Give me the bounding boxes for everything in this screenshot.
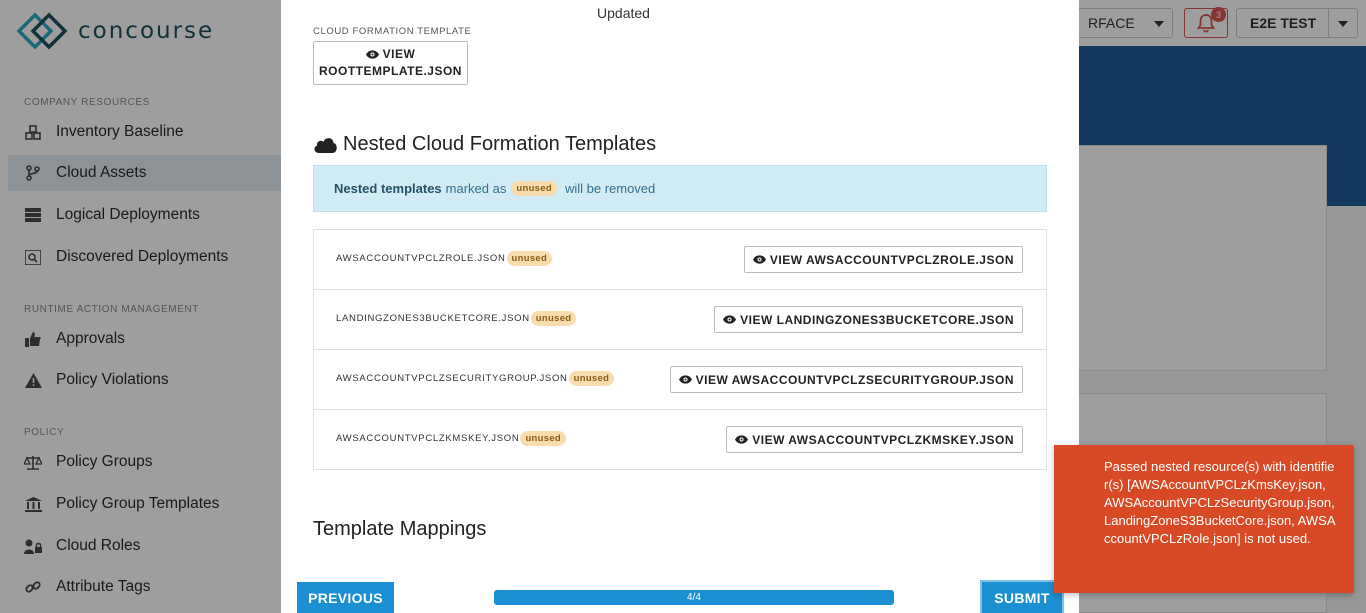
progress-text: 4/4 — [687, 592, 701, 603]
unused-badge: unused — [530, 311, 577, 326]
view-template-button[interactable]: VIEW AWSACCOUNTVPCLZROLE.JSON — [743, 246, 1023, 273]
view-template-label: VIEW AWSACCOUNTVPCLZKMSKEY.JSON — [752, 432, 1014, 447]
unused-badge: unused — [511, 181, 557, 196]
template-mappings-heading: Template Mappings — [313, 518, 487, 540]
wizard-progress-bar: 4/4 — [494, 590, 894, 605]
view-template-button[interactable]: VIEW AWSACCOUNTVPCLZKMSKEY.JSON — [726, 426, 1023, 453]
view-template-label: VIEW AWSACCOUNTVPCLZSECURITYGROUP.JSON — [695, 372, 1014, 387]
unused-badge: unused — [506, 251, 553, 266]
unused-badge: unused — [520, 431, 567, 446]
eye-icon — [723, 315, 737, 324]
view-root-label: VIEW — [382, 47, 416, 61]
view-template-button[interactable]: VIEW AWSACCOUNTVPCLZSECURITYGROUP.JSON — [669, 366, 1023, 393]
unused-badge: unused — [568, 371, 615, 386]
template-row: AWSACCOUNTVPCLZROLE.JSON unused VIEW AWS… — [314, 230, 1046, 290]
template-filename: AWSACCOUNTVPCLZKMSKEY.JSON — [336, 433, 520, 444]
cloud-formation-template-label: CLOUD FORMATION TEMPLATE — [313, 26, 472, 37]
nested-templates-list: AWSACCOUNTVPCLZROLE.JSON unused VIEW AWS… — [313, 229, 1047, 470]
view-root-template-button[interactable]: VIEW ROOTTEMPLATE.JSON — [313, 41, 468, 85]
template-filename: AWSACCOUNTVPCLZROLE.JSON — [336, 253, 506, 264]
eye-icon — [365, 50, 379, 59]
template-row: AWSACCOUNTVPCLZSECURITYGROUP.JSON unused… — [314, 350, 1046, 410]
view-root-line1: VIEW — [365, 46, 416, 63]
view-template-label: VIEW LANDINGZONES3BUCKETCORE.JSON — [740, 312, 1014, 327]
template-row: LANDINGZONES3BUCKETCORE.JSON unused VIEW… — [314, 290, 1046, 350]
toast-message: Passed nested resource(s) with identifie… — [1104, 459, 1336, 546]
status-text: Updated — [597, 5, 650, 21]
cloud-icon — [314, 138, 337, 153]
nested-templates-heading: Nested Cloud Formation Templates — [313, 133, 656, 156]
eye-icon — [678, 375, 692, 384]
template-filename: AWSACCOUNTVPCLZSECURITYGROUP.JSON — [336, 373, 568, 384]
error-toast[interactable]: Passed nested resource(s) with identifie… — [1054, 445, 1354, 593]
template-filename: LANDINGZONES3BUCKETCORE.JSON — [336, 313, 530, 324]
unused-templates-alert: Nested templates marked as unused will b… — [313, 165, 1047, 212]
alert-bold-text: Nested templates — [334, 181, 442, 196]
alert-text: marked as — [445, 181, 507, 196]
nested-templates-title: Nested Cloud Formation Templates — [343, 133, 657, 155]
template-row: AWSACCOUNTVPCLZKMSKEY.JSON unused VIEW A… — [314, 410, 1046, 470]
submit-button[interactable]: SUBMIT — [980, 580, 1064, 613]
eye-icon — [752, 255, 766, 264]
view-root-filename: ROOTTEMPLATE.JSON — [319, 64, 462, 78]
view-template-label: VIEW AWSACCOUNTVPCLZROLE.JSON — [769, 252, 1014, 267]
template-name: LANDINGZONES3BUCKETCORE.JSON unused — [336, 311, 577, 326]
alert-text-end: will be removed — [564, 181, 656, 196]
template-name: AWSACCOUNTVPCLZKMSKEY.JSON unused — [336, 431, 567, 446]
template-wizard-modal: Updated CLOUD FORMATION TEMPLATE VIEW RO… — [281, 0, 1079, 613]
template-name: AWSACCOUNTVPCLZROLE.JSON unused — [336, 251, 553, 266]
eye-icon — [735, 435, 749, 444]
view-template-button[interactable]: VIEW LANDINGZONES3BUCKETCORE.JSON — [714, 306, 1023, 333]
previous-button[interactable]: PREVIOUS — [297, 582, 394, 613]
template-name: AWSACCOUNTVPCLZSECURITYGROUP.JSON unused — [336, 371, 615, 386]
